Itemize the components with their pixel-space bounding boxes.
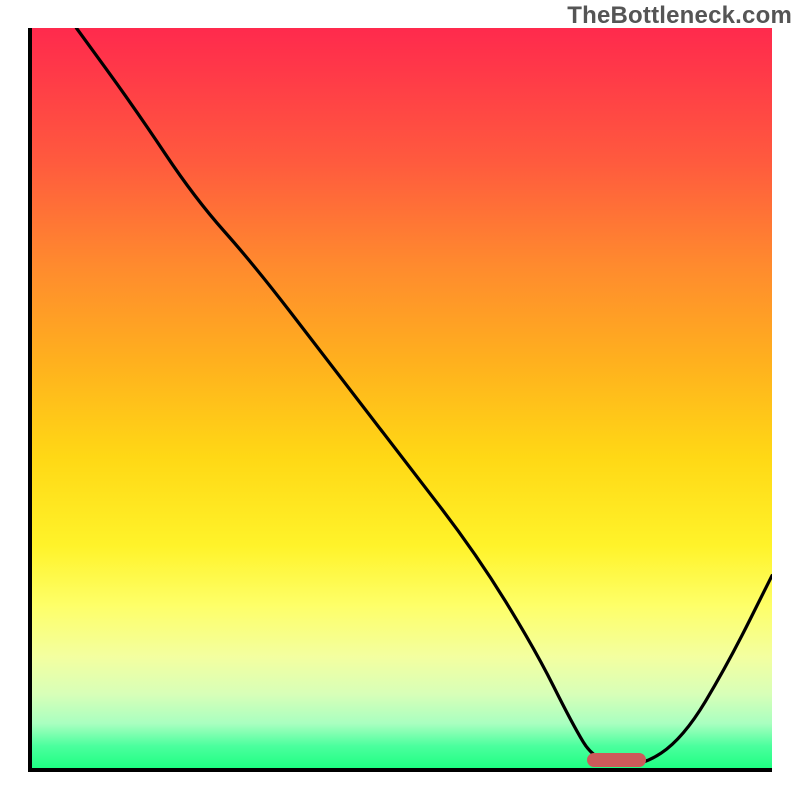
watermark-text: TheBottleneck.com <box>567 2 792 30</box>
optimal-range-marker <box>587 753 646 767</box>
plot-area <box>28 28 772 772</box>
bottleneck-curve <box>32 28 772 768</box>
chart-container: TheBottleneck.com <box>0 0 800 800</box>
